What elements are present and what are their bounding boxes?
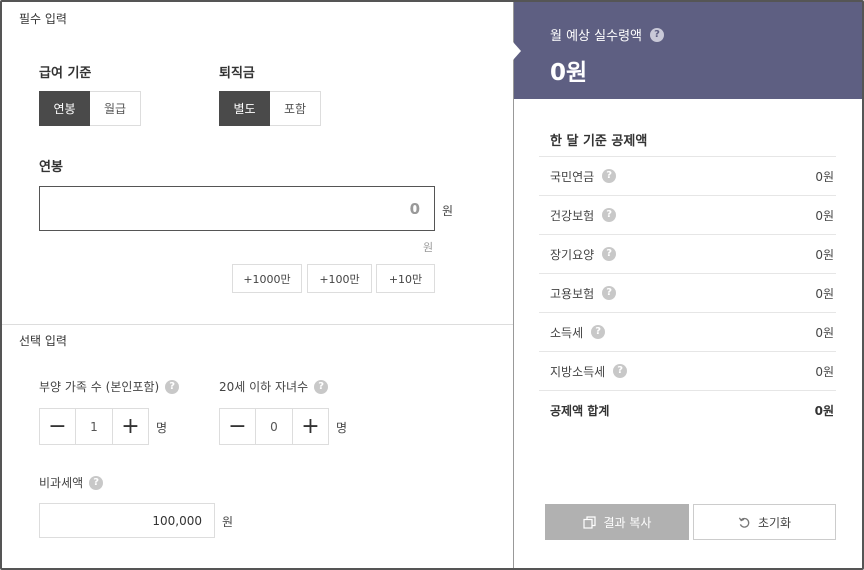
deduction-row-employment: 고용보험? 0원 [539,273,836,312]
children-value[interactable]: 0 [256,408,292,445]
salary-basis-annual-button[interactable]: 연봉 [39,91,90,126]
severance-label: 퇴직금 [219,66,255,81]
deduction-row-longterm-care: 장기요양? 0원 [539,234,836,273]
help-icon[interactable]: ? [613,364,628,378]
deduction-title: 한 달 기준 공제액 [550,134,648,149]
deduction-value: 0원 [815,286,834,301]
deduction-total-name: 공제액 합계 [550,403,610,418]
help-icon[interactable]: ? [89,475,104,490]
reset-label: 초기화 [757,515,792,530]
salary-basis-toggle: 연봉 월급 [39,91,141,126]
help-icon[interactable]: ? [602,286,617,300]
annual-salary-label: 연봉 [39,160,63,175]
nontaxable-input[interactable]: 100,000 [39,503,215,538]
net-pay-amount: 0원 [550,60,588,86]
deduction-row-total: 공제액 합계 0원 [539,390,836,429]
add-10m-button[interactable]: +1000만 [232,264,302,293]
deduction-row-local-tax: 지방소득세? 0원 [539,351,836,390]
nontaxable-label-text: 비과세액 [39,476,84,490]
required-section-title: 필수 입력 [19,12,67,26]
refresh-icon [738,516,750,528]
result-title: 월 예상 실수령액 ? [550,25,664,44]
result-header: 월 예상 실수령액 ? 0원 [513,2,862,99]
dependents-label: 부양 가족 수 (본인포함) ? [39,378,180,395]
reset-button[interactable]: 초기화 [693,504,836,540]
help-icon[interactable]: ? [314,379,329,394]
children-unit: 명 [336,421,348,435]
deduction-name: 고용보험 [550,286,595,301]
nontaxable-label: 비과세액 ? [39,474,104,491]
deduction-value: 0원 [815,208,834,223]
copy-icon [582,515,596,529]
children-label: 20세 이하 자녀수 ? [219,378,329,395]
dependents-stepper: − 1 + [39,408,149,445]
deduction-name: 국민연금 [550,169,595,184]
severance-included-button[interactable]: 포함 [270,91,321,126]
nontaxable-unit: 원 [222,515,234,529]
result-panel: 월 예상 실수령액 ? 0원 한 달 기준 공제액 국민연금? 0원 건강보험?… [513,2,862,568]
help-icon[interactable]: ? [602,247,617,261]
help-icon[interactable]: ? [602,169,617,183]
deduction-list: 국민연금? 0원 건강보험? 0원 장기요양? 0원 고용보험? 0원 소득세?… [539,156,836,429]
children-increment-button[interactable]: + [292,408,329,445]
copy-result-button[interactable]: 결과 복사 [545,504,689,540]
salary-calculator: 필수 입력 급여 기준 연봉 월급 퇴직금 별도 포함 연봉 0 원 원 +10… [0,0,864,570]
severance-toggle: 별도 포함 [219,91,321,126]
add-100k-button[interactable]: +10만 [376,264,435,293]
section-divider [2,324,513,325]
dependents-decrement-button[interactable]: − [39,408,76,445]
optional-section-title: 선택 입력 [19,334,67,348]
annual-salary-input[interactable]: 0 [39,186,435,231]
children-decrement-button[interactable]: − [219,408,256,445]
annual-salary-sub-unit: 원 [423,241,434,254]
dependents-label-text: 부양 가족 수 (본인포함) [39,380,160,394]
deduction-value: 0원 [815,247,834,262]
salary-basis-monthly-button[interactable]: 월급 [90,91,141,126]
deduction-total-value: 0원 [814,403,834,418]
result-title-text: 월 예상 실수령액 [550,29,642,44]
deduction-value: 0원 [815,325,834,340]
header-notch [513,42,521,60]
help-icon[interactable]: ? [602,208,617,222]
copy-result-label: 결과 복사 [603,515,652,530]
deduction-value: 0원 [815,364,834,379]
deduction-name: 건강보험 [550,208,595,223]
deduction-name: 소득세 [550,325,584,340]
children-label-text: 20세 이하 자녀수 [219,380,309,394]
deduction-row-health: 건강보험? 0원 [539,195,836,234]
add-1m-button[interactable]: +100만 [307,264,372,293]
input-panel: 필수 입력 급여 기준 연봉 월급 퇴직금 별도 포함 연봉 0 원 원 +10… [2,2,513,568]
deduction-row-pension: 국민연금? 0원 [539,156,836,195]
help-icon[interactable]: ? [650,27,664,42]
deduction-name: 장기요양 [550,247,595,262]
dependents-unit: 명 [156,421,168,435]
children-stepper: − 0 + [219,408,329,445]
annual-salary-unit: 원 [442,204,454,218]
help-icon[interactable]: ? [165,379,180,394]
salary-basis-label: 급여 기준 [39,66,92,81]
deduction-name: 지방소득세 [550,364,606,379]
deduction-value: 0원 [815,169,834,184]
dependents-increment-button[interactable]: + [112,408,149,445]
severance-separate-button[interactable]: 별도 [219,91,270,126]
help-icon[interactable]: ? [591,325,606,339]
dependents-value[interactable]: 1 [76,408,112,445]
deduction-row-income-tax: 소득세? 0원 [539,312,836,351]
